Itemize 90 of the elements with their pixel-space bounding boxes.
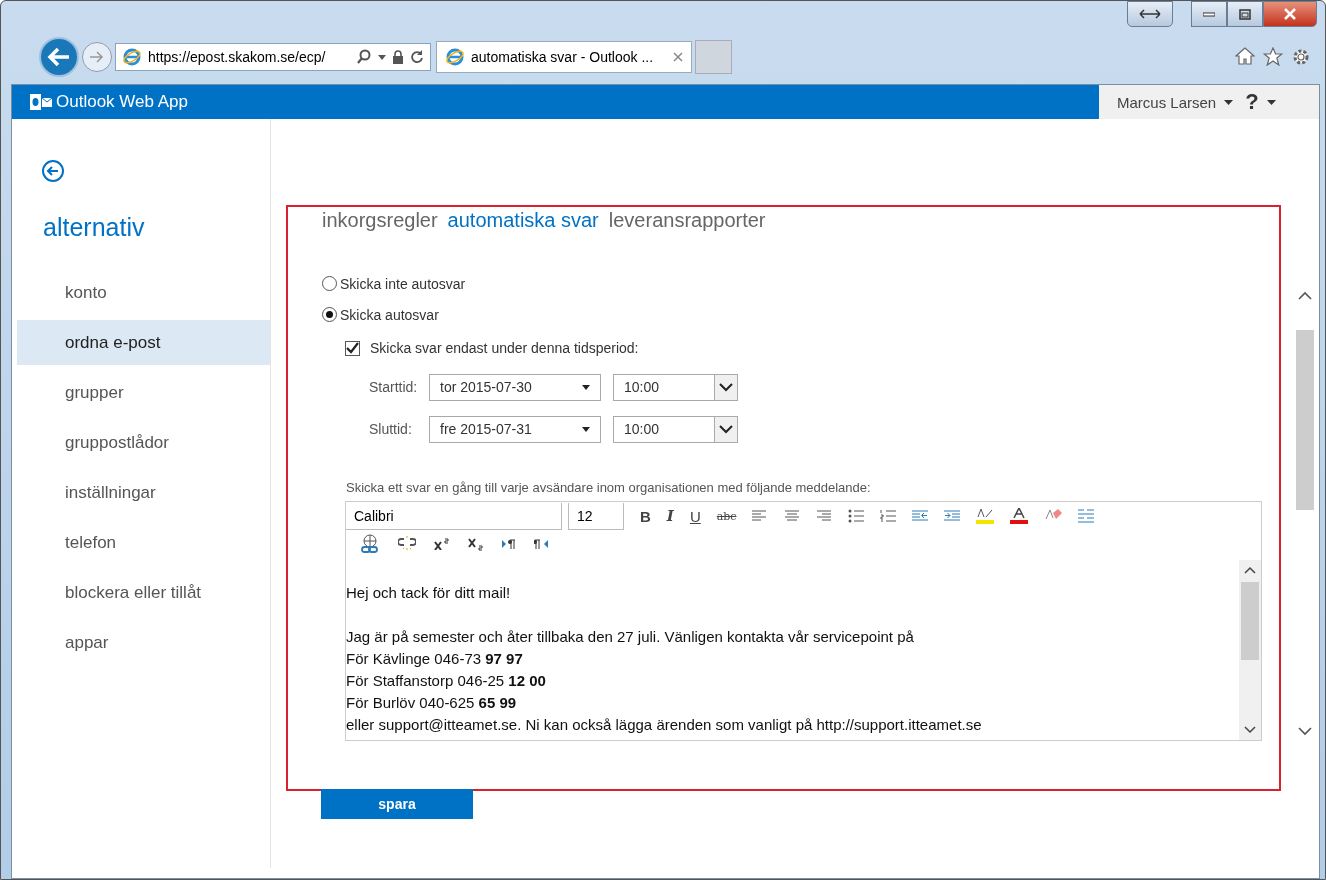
help-menu[interactable]: ? [1245,89,1276,115]
back-button[interactable] [39,37,79,77]
tab[interactable]: automatiska svar [447,209,599,232]
caret-icon [582,426,590,432]
message-line: eller support@itteamet.se. Ni kan också lägga ärenden som vanligt på http://support.itteamet.se [346,715,983,735]
bullet-list-icon[interactable] [848,509,865,523]
refresh-icon[interactable] [410,50,424,64]
settings-icon[interactable] [1291,47,1311,67]
address-text: https://epost.skakom.se/ecp/ [148,49,327,65]
sidebar-item[interactable]: konto [17,270,270,315]
checkbox[interactable] [345,340,360,356]
subscript-icon[interactable] [468,537,484,551]
chevron-down-icon [719,424,733,434]
caret-icon [1266,99,1276,105]
maximize-icon [1239,8,1251,20]
back-icon[interactable] [41,159,65,183]
radio-label: Skicka autosvar [340,306,439,323]
date-dropdown[interactable]: tor 2015-07-30 [429,373,601,401]
star-icon[interactable] [1263,47,1283,66]
sidebar-item[interactable]: grupper [17,370,270,415]
address-bar[interactable]: https://epost.skakom.se/ecp/ [115,43,431,71]
search-icon[interactable] [356,49,372,65]
caret-icon [1224,99,1234,105]
format-button[interactable]: B [640,507,651,525]
tab-title: automatiska svar - Outlook ... [471,49,655,65]
sidebar-item[interactable]: appar [17,620,270,665]
unlink-icon[interactable] [398,536,416,552]
minimize-icon [1203,11,1215,17]
chevron-down-icon [719,382,733,392]
left-to-right-icon[interactable] [502,539,516,549]
superscript-icon[interactable] [434,538,450,550]
message-line: För Staffanstorp 046-25 12 00 [346,671,547,691]
scroll-down-icon[interactable] [1298,727,1312,736]
close-icon [1284,8,1296,20]
home-icon[interactable] [1235,47,1255,65]
highlight-icon[interactable] [976,508,995,524]
double-arrow-icon [1139,9,1161,19]
sidebar-item[interactable]: telefon [17,520,270,565]
sidebar-title: alternativ [43,213,146,242]
message-line: Jag är på semester och åter tillbaka den 27 juli. Vänligen kontakta vår servicepoint på [346,627,915,647]
date-dropdown[interactable]: fre 2015-07-31 [429,415,601,443]
radio-button[interactable] [322,276,337,291]
font-color-icon[interactable] [1010,508,1029,524]
link-icon[interactable] [360,534,380,554]
mail-logo-icon [30,94,52,110]
close-icon[interactable] [673,52,683,62]
format-button[interactable]: I [666,507,674,525]
field-label: Sluttid: [369,421,413,437]
time-dropdown[interactable]: 10:00 [613,415,738,443]
radio-label: Skicka inte autosvar [340,275,466,292]
user-menu[interactable]: Marcus Larsen [1117,93,1234,111]
scroll-up-icon[interactable] [1298,291,1312,300]
sidebar-item[interactable]: ordna e-post [17,320,270,365]
back-arrow-icon [47,47,71,67]
sidebar-item[interactable]: inställningar [17,470,270,515]
font-size-field[interactable]: 12 [568,502,624,530]
indent-icon[interactable] [944,510,961,522]
scrollbar[interactable] [1239,560,1261,740]
caret-icon [582,384,590,390]
message-line: För Burlöv 040-625 65 99 [346,693,518,713]
format-button[interactable]: U [689,507,701,525]
radio-button[interactable] [322,307,337,322]
time-dropdown[interactable]: 10:00 [613,373,738,401]
font-field[interactable]: Calibri [346,502,562,530]
message-label: Skicka ett svar en gång till varje avsändare inom organisationen med följande meddelande: [346,480,872,495]
checkbox-label: Skicka svar endast under denna tidsperiod: [370,340,639,356]
browser-tab[interactable]: automatiska svar - Outlook ... [436,41,692,73]
forward-arrow-icon [89,51,105,63]
sidebar-item[interactable]: gruppostlådor [17,420,270,465]
tab[interactable]: inkorgsregler [322,209,438,232]
save-button[interactable]: spara [321,789,473,819]
globe-e-icon [122,47,142,67]
caret-icon[interactable] [378,54,386,60]
scroll-down-icon[interactable] [1244,726,1256,734]
message-line: Hej och tack för ditt mail! [346,583,512,603]
lock-icon [392,50,404,64]
maximize-button[interactable] [1227,1,1263,27]
close-button[interactable] [1263,1,1317,27]
minimize-button[interactable] [1191,1,1227,27]
tab[interactable]: leveransrapporter [608,209,766,232]
field-label: Starttid: [369,379,419,395]
globe-e-icon [445,47,465,67]
app-title: Outlook Web App [56,92,188,112]
snap-button[interactable] [1127,1,1173,27]
message-line: För Kävlinge 046-73 97 97 [346,649,524,669]
format-button[interactable]: abc [716,509,737,523]
outdent-icon[interactable] [912,510,929,522]
right-to-left-icon[interactable] [534,539,548,549]
scroll-up-icon[interactable] [1244,566,1256,574]
sidebar-item[interactable]: blockera eller tillåt [17,570,270,615]
